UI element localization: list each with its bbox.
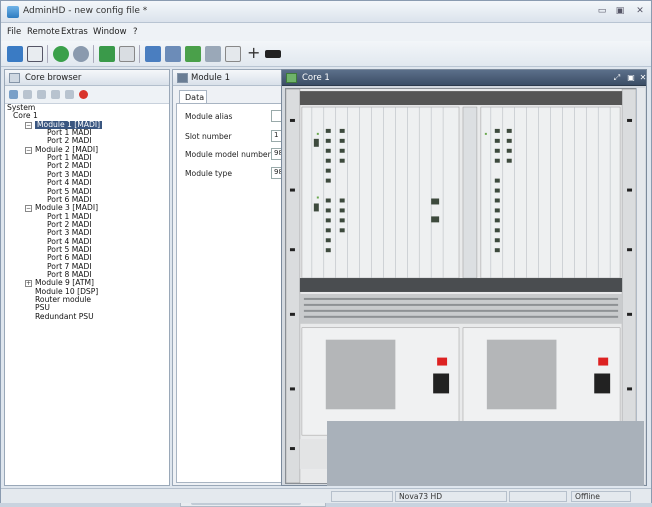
toolbar-separator [139, 45, 140, 63]
app-window: AdminHD - new config file * ▭ ▣ ✕ File R… [0, 0, 652, 507]
delete-icon[interactable] [79, 90, 88, 99]
save-icon[interactable] [27, 46, 43, 62]
open-icon[interactable] [7, 46, 23, 62]
paste-icon[interactable] [51, 90, 60, 99]
refresh-icon[interactable] [99, 46, 115, 62]
module-model-label: Module model number [185, 150, 271, 159]
plus-icon[interactable]: + [247, 45, 263, 62]
expand-toggle-icon[interactable]: − [25, 121, 32, 129]
expand-toggle-icon[interactable]: + [25, 280, 32, 288]
layout-icon[interactable] [145, 46, 161, 62]
status-device: Nova73 HD [395, 491, 507, 502]
connect-icon[interactable] [53, 46, 69, 62]
close-icon[interactable]: ✕ [638, 73, 648, 83]
core-window-title: Core 1 [302, 73, 330, 83]
tab-data[interactable]: Data [179, 90, 207, 104]
tools-icon[interactable] [119, 46, 135, 62]
minimize-icon[interactable]: ▭ [593, 4, 611, 18]
core-browser-toolbar [5, 86, 169, 104]
maximize-icon[interactable]: ▣ [626, 73, 636, 83]
core-window-header: Core 1 ⤢ ▣ ✕ [282, 70, 646, 86]
tree-item[interactable]: Core 1 [13, 111, 38, 120]
module-icon[interactable] [185, 46, 201, 62]
grid-icon[interactable] [225, 46, 241, 62]
title-bar: AdminHD - new config file * ▭ ▣ ✕ [1, 1, 651, 23]
menu-window[interactable]: Window [93, 27, 127, 37]
toolbar-separator [47, 45, 48, 63]
restore-icon[interactable]: ⤢ [612, 73, 622, 83]
menu-help[interactable]: ? [133, 27, 138, 37]
core-browser-panel: Core browser System Core 1 Module 1 [MADI]… [4, 69, 170, 486]
device-icon[interactable] [265, 50, 281, 58]
menu-remote[interactable]: Remote [27, 27, 60, 37]
menu-file[interactable]: File [7, 27, 21, 37]
browser-icon [9, 73, 20, 83]
module-alias-label: Module alias [185, 112, 233, 121]
move-icon[interactable] [65, 90, 74, 99]
app-icon [7, 6, 19, 18]
expand-toggle-icon[interactable]: − [25, 205, 32, 213]
edit-icon[interactable] [23, 90, 32, 99]
core-browser-header: Core browser [5, 70, 169, 86]
module-title: Module 1 [191, 73, 231, 83]
menu-extras[interactable]: Extras [61, 27, 88, 37]
copy-icon[interactable] [37, 90, 46, 99]
toolbar-separator [93, 45, 94, 63]
disconnect-icon[interactable] [73, 46, 89, 62]
maximize-icon[interactable]: ▣ [611, 4, 629, 18]
close-icon[interactable]: ✕ [631, 4, 649, 18]
core-browser-title: Core browser [25, 73, 82, 83]
status-bar: Nova73 HD Offline [1, 488, 651, 503]
core-tree: System Core 1 Module 1 [MADI] − Port 1 MADI P… [5, 103, 169, 484]
status-empty [509, 491, 567, 502]
status-connection: Offline [571, 491, 631, 502]
meter-icon[interactable] [205, 46, 221, 62]
core-icon [286, 73, 297, 83]
menu-bar: File Remote Extras Window ? [1, 23, 651, 41]
window-title: AdminHD - new config file * [23, 6, 148, 16]
slot-number-label: Slot number [185, 132, 232, 141]
tree-item-module[interactable]: Redundant PSU [35, 312, 94, 321]
module-type-label: Module type [185, 169, 232, 178]
toolbar: + [1, 41, 651, 67]
status-empty [331, 491, 393, 502]
add-icon[interactable] [9, 90, 18, 99]
list-icon[interactable] [165, 46, 181, 62]
workspace-background [327, 421, 644, 486]
module-icon [177, 73, 188, 83]
expand-toggle-icon[interactable]: − [25, 146, 32, 154]
